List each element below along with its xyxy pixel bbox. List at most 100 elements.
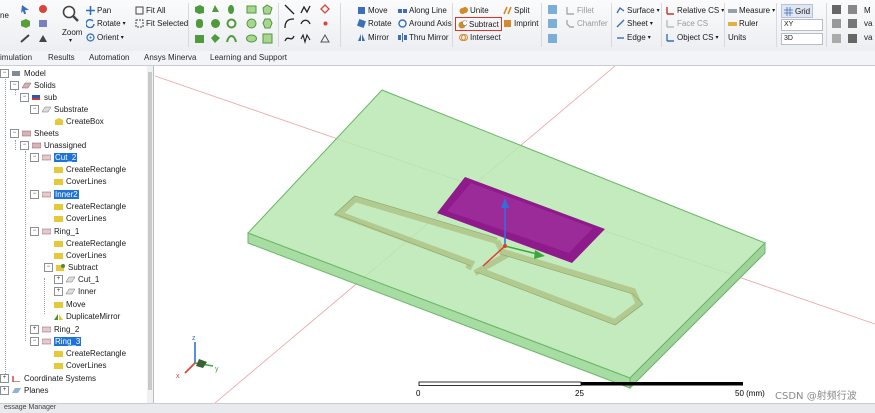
draw-cylinder-icon[interactable] xyxy=(194,18,205,29)
around-axis-button[interactable]: Around Axis xyxy=(398,17,452,29)
thru-mirror-button[interactable]: Thru Mirror xyxy=(398,31,449,43)
tree-item-model[interactable]: − Model xyxy=(0,68,46,79)
tree-item-createrectangle[interactable]: CreateRectangle xyxy=(54,201,126,212)
pan-button[interactable]: Pan xyxy=(86,4,111,16)
relative-cs-dropdown[interactable]: Relative CS ▾ xyxy=(666,4,724,16)
draw-regular-polygon-icon[interactable] xyxy=(262,18,273,29)
draw-box-icon[interactable] xyxy=(194,4,205,15)
expand-icon[interactable]: + xyxy=(0,386,9,395)
subtract-button[interactable]: Subtract xyxy=(455,17,502,31)
snap-vertex-icon[interactable] xyxy=(831,18,842,29)
expand-icon[interactable]: + xyxy=(54,287,63,296)
snap-edge-icon[interactable] xyxy=(847,18,858,29)
intersect-button[interactable]: Intersect xyxy=(459,31,501,43)
draw-polygon-icon[interactable] xyxy=(262,4,273,15)
snap-grid-icon[interactable] xyxy=(847,4,858,15)
move-button[interactable]: Move xyxy=(357,4,388,16)
collapse-icon[interactable]: − xyxy=(20,141,29,150)
draw-spline-icon[interactable] xyxy=(284,33,295,44)
select-object-icon[interactable] xyxy=(38,4,49,15)
select-edge-icon[interactable] xyxy=(20,33,31,44)
measure-dropdown[interactable]: Measure ▾ xyxy=(728,4,775,16)
tab-learning-and-support[interactable]: Learning and Support xyxy=(210,53,287,62)
draw-helix-icon[interactable] xyxy=(210,33,221,44)
tab-simulation[interactable]: imulation xyxy=(0,53,32,62)
tree-item-move[interactable]: Move xyxy=(54,299,86,310)
expand-icon[interactable]: + xyxy=(30,325,39,334)
tree-item-coverlines[interactable]: CoverLines xyxy=(54,213,106,224)
draw-spiral-icon[interactable] xyxy=(226,18,237,29)
tree-item-createrectangle[interactable]: CreateRectangle xyxy=(54,164,126,175)
expand-icon[interactable]: + xyxy=(54,275,63,284)
unite-button[interactable]: Unite xyxy=(459,4,489,16)
draw-equation-curve-icon[interactable] xyxy=(300,33,311,44)
rotate-view-button[interactable]: Rotate ▾ xyxy=(86,17,126,29)
tree-item-substrate[interactable]: − Substrate xyxy=(30,104,88,115)
select-face-icon[interactable] xyxy=(20,18,31,29)
surface-dropdown[interactable]: Surface ▾ xyxy=(616,4,660,16)
collapse-icon[interactable]: − xyxy=(0,69,9,78)
select-by-name-icon[interactable] xyxy=(38,18,49,29)
select-vertex-icon[interactable] xyxy=(38,33,49,44)
edge-dropdown[interactable]: Edge ▾ xyxy=(616,31,651,43)
tree-item-planes[interactable]: + Planes xyxy=(0,385,48,396)
zoom-button[interactable]: Zoom xyxy=(62,26,82,38)
fillet-button[interactable]: Fillet xyxy=(566,4,594,16)
thicken-icon[interactable] xyxy=(547,18,558,29)
tab-ansys-minerva[interactable]: Ansys Minerva xyxy=(144,53,196,62)
tree-item-createbox[interactable]: CreateBox xyxy=(54,116,104,127)
tree-item-createrectangle[interactable]: CreateRectangle xyxy=(54,238,126,249)
orient-button[interactable]: Orient ▾ xyxy=(86,31,124,43)
units-button[interactable]: Units xyxy=(728,31,746,43)
tree-item-duplicatemirror[interactable]: DuplicateMirror xyxy=(54,311,120,322)
collapse-icon[interactable]: − xyxy=(30,105,39,114)
draw-center-arc-icon[interactable] xyxy=(300,18,311,29)
tree-item-cut-2[interactable]: − Cut_2 xyxy=(30,152,78,163)
snap-center-icon[interactable] xyxy=(847,33,858,44)
tree-item-coverlines[interactable]: CoverLines xyxy=(54,250,106,261)
zoom-icon[interactable] xyxy=(62,5,80,23)
mirror-button[interactable]: Mirror xyxy=(357,31,389,43)
draw-line-icon[interactable] xyxy=(284,4,295,15)
tab-results[interactable]: Results xyxy=(48,53,75,62)
draw-polyline-icon[interactable] xyxy=(300,4,311,15)
tab-automation[interactable]: Automation xyxy=(89,53,129,62)
ruler-button[interactable]: Ruler xyxy=(728,17,758,29)
collapse-icon[interactable]: − xyxy=(30,227,39,236)
draw-sphere-icon[interactable] xyxy=(210,4,221,15)
tree-item-unassigned[interactable]: − Unassigned xyxy=(20,140,86,151)
axis-gizmo[interactable]: z x y xyxy=(176,335,219,380)
imprint-button[interactable]: Imprint xyxy=(503,17,538,29)
fit-selected-button[interactable]: Fit Selected xyxy=(135,17,188,29)
modeler-canvas[interactable]: z x y 0 25 50 (mm) CSDN @射频行波 xyxy=(155,66,875,403)
sheet-dropdown[interactable]: Sheet ▾ xyxy=(616,17,653,29)
collapse-icon[interactable]: − xyxy=(30,190,39,199)
tree-item-inner2[interactable]: − Inner2 xyxy=(30,189,79,200)
fit-all-button[interactable]: Fit All xyxy=(135,4,166,16)
tree-item-ring-3[interactable]: − Ring_3 xyxy=(30,336,82,347)
object-cs-dropdown[interactable]: Object CS ▾ xyxy=(666,31,718,43)
draw-region-icon[interactable] xyxy=(320,33,331,44)
draw-circle-icon[interactable] xyxy=(246,18,257,29)
sweep-icon[interactable] xyxy=(547,4,558,15)
collapse-icon[interactable]: − xyxy=(30,153,39,162)
rotate-object-button[interactable]: Rotate xyxy=(357,17,392,29)
tree-item-sheets[interactable]: − Sheets xyxy=(10,128,59,139)
tree-item-createrectangle[interactable]: CreateRectangle xyxy=(54,348,126,359)
draw-arc-icon[interactable] xyxy=(284,18,295,29)
draw-torus-icon[interactable] xyxy=(210,18,221,29)
collapse-icon[interactable]: − xyxy=(44,263,53,272)
tree-item-cut-1[interactable]: + Cut_1 xyxy=(54,274,99,285)
tree-scrollbar-thumb[interactable] xyxy=(148,72,152,390)
draw-point-icon[interactable] xyxy=(320,4,331,15)
draw-equation-surface-icon[interactable] xyxy=(262,33,273,44)
tree-item-solids[interactable]: − Solids xyxy=(10,80,56,91)
face-cs-button[interactable]: Face CS xyxy=(666,17,708,29)
tree-item-coverlines[interactable]: CoverLines xyxy=(54,360,106,371)
grid-mode-select[interactable]: 3D xyxy=(781,33,823,45)
draw-cone-icon[interactable] xyxy=(226,4,237,15)
tree-item-ring-1[interactable]: − Ring_1 xyxy=(30,226,79,237)
collapse-icon[interactable]: − xyxy=(10,129,19,138)
draw-plane-icon[interactable] xyxy=(320,18,331,29)
grid-button[interactable]: Grid xyxy=(781,4,814,18)
